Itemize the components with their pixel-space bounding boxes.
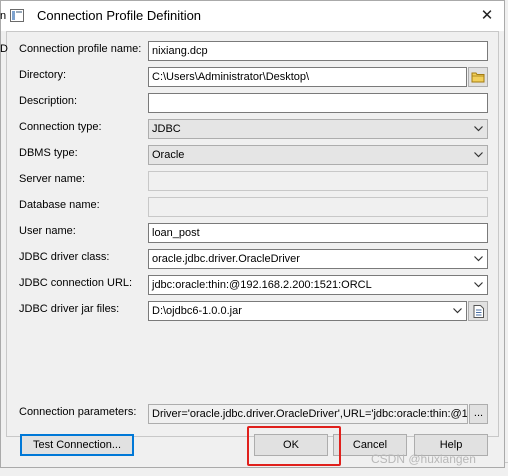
server-name-label: Server name: — [19, 173, 86, 185]
directory-input[interactable]: C:\Users\Administrator\Desktop\ — [148, 67, 467, 87]
user-name-label: User name: — [19, 225, 76, 237]
close-button[interactable]: ✕ — [472, 3, 502, 29]
chevron-down-icon — [470, 120, 487, 138]
driver-class-combo[interactable]: oracle.jdbc.driver.OracleDriver — [148, 249, 488, 269]
folder-icon — [471, 72, 485, 83]
description-label: Description: — [19, 95, 78, 107]
chevron-down-icon — [470, 276, 487, 294]
background-edge-text: D — [0, 43, 8, 55]
driver-jar-combo[interactable]: D:\ojdbc6-1.0.0.jar — [148, 301, 467, 321]
edit-params-button[interactable]: ... — [469, 404, 488, 424]
title-bar[interactable]: Connection Profile Definition ✕ — [1, 1, 504, 31]
profile-name-input[interactable]: nixiang.dcp — [148, 41, 488, 61]
chevron-down-icon — [449, 302, 466, 320]
document-list-icon — [473, 304, 484, 318]
profile-name-label: Connection profile name: — [19, 43, 142, 55]
dbms-type-select[interactable]: Oracle — [148, 145, 488, 165]
dialog-title: Connection Profile Definition — [37, 8, 202, 23]
connection-url-label: JDBC connection URL: — [19, 277, 133, 289]
directory-label: Directory: — [19, 69, 67, 81]
database-name-label: Database name: — [19, 199, 100, 211]
background-edge-text: n — [0, 10, 7, 22]
connection-params-input[interactable]: Driver='oracle.jdbc.driver.OracleDriver'… — [148, 404, 468, 424]
driver-class-value: oracle.jdbc.driver.OracleDriver — [152, 253, 300, 265]
connection-type-select[interactable]: JDBC — [148, 119, 488, 139]
driver-jar-value: D:\ojdbc6-1.0.0.jar — [152, 305, 242, 317]
browse-directory-button[interactable] — [468, 67, 488, 87]
server-name-input — [148, 171, 488, 191]
connection-params-label: Connection parameters: — [19, 406, 137, 418]
watermark-text: CSDN @huxiangen — [371, 452, 476, 466]
dbms-type-value: Oracle — [152, 149, 185, 161]
driver-jar-label: JDBC driver jar files: — [19, 303, 120, 315]
connection-url-value: jdbc:oracle:thin:@192.168.2.200:1521:ORC… — [152, 279, 372, 291]
user-name-input[interactable]: loan_post — [148, 223, 488, 243]
connection-type-label: Connection type: — [19, 121, 102, 133]
connection-type-value: JDBC — [152, 123, 181, 135]
dbms-type-label: DBMS type: — [19, 147, 78, 159]
edit-jar-files-button[interactable] — [468, 301, 488, 321]
test-connection-button[interactable]: Test Connection... — [20, 434, 134, 456]
chevron-down-icon — [470, 250, 487, 268]
driver-class-label: JDBC driver class: — [19, 251, 110, 263]
dialog-app-icon — [10, 9, 24, 22]
ok-highlight-box — [247, 426, 341, 466]
chevron-down-icon — [470, 146, 487, 164]
database-name-input — [148, 197, 488, 217]
description-input[interactable] — [148, 93, 488, 113]
connection-url-combo[interactable]: jdbc:oracle:thin:@192.168.2.200:1521:ORC… — [148, 275, 488, 295]
